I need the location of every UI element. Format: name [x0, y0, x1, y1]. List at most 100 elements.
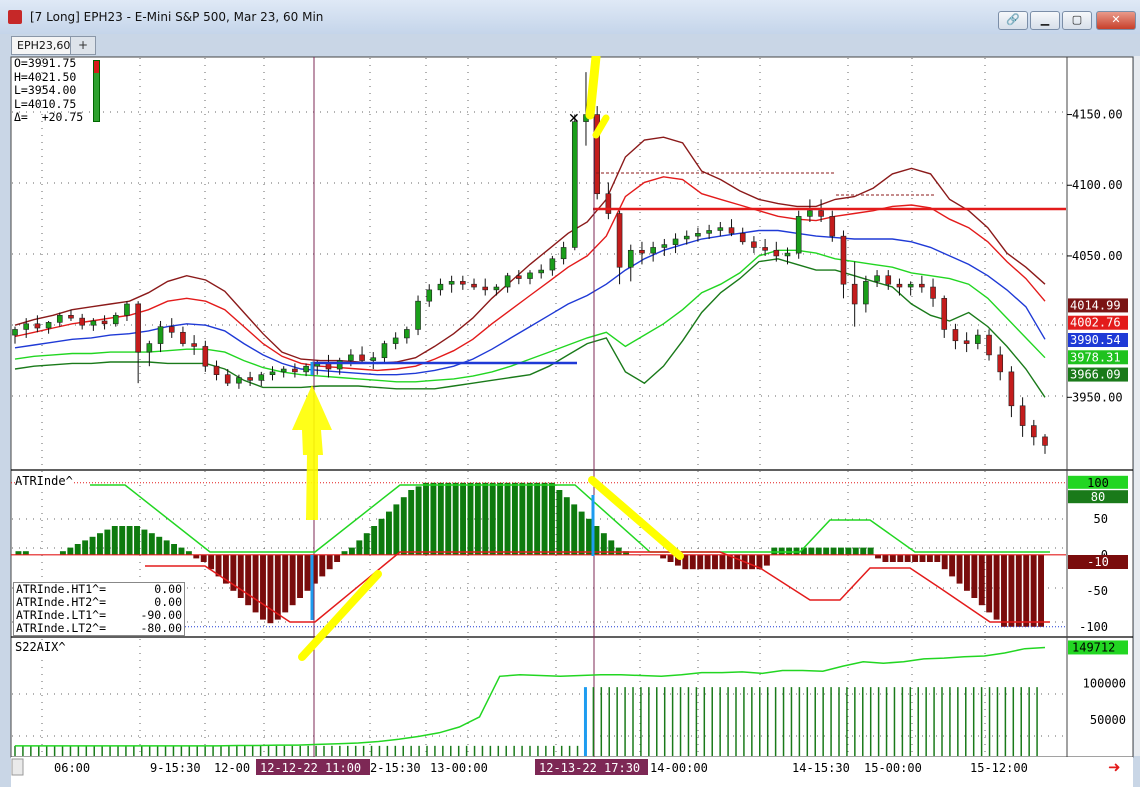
atr-bar	[97, 533, 103, 555]
high-value: H=4021.50	[14, 69, 77, 84]
atr-bar	[549, 482, 555, 555]
atr-bar	[504, 482, 511, 555]
candle-body	[292, 368, 298, 373]
atr-bar	[267, 554, 274, 624]
atr-bar	[889, 554, 896, 562]
atr-bar	[830, 547, 837, 555]
atr-bar	[845, 547, 852, 555]
candle-body	[381, 343, 388, 359]
x-tick-label: 2-15:30	[370, 761, 421, 775]
atr-bar	[245, 554, 252, 606]
atr-bar	[749, 554, 756, 570]
atr-tick-label: 50	[1094, 512, 1108, 526]
candle-body	[683, 235, 690, 240]
atr-bar	[156, 536, 163, 555]
candle-body	[571, 121, 578, 248]
atr-bar	[408, 490, 415, 555]
link-button[interactable]: 🔗	[998, 11, 1028, 30]
vertical-scrollbar[interactable]	[1134, 56, 1140, 756]
candle-body	[851, 283, 858, 305]
x-tick-label: 9-15:30	[150, 761, 201, 775]
y-tick-label: 4050.00	[1072, 249, 1123, 263]
candle-body	[493, 286, 500, 291]
candle-body	[650, 247, 656, 254]
add-tab-button[interactable]: +	[70, 36, 96, 55]
candle-body	[549, 258, 556, 271]
atr-bar	[304, 554, 311, 591]
candle-body	[952, 329, 959, 342]
atr-bar	[667, 554, 674, 562]
candle-body	[213, 365, 220, 375]
atr-bar	[348, 547, 355, 555]
maximize-button[interactable]: ▢	[1062, 11, 1092, 30]
candle-body	[180, 331, 186, 344]
atr-bar	[200, 554, 207, 562]
minimize-button[interactable]: ▁	[1030, 11, 1060, 30]
candle-body	[45, 322, 52, 329]
candle-body	[415, 300, 421, 330]
atr-bar	[511, 482, 518, 555]
price-tag-label: 4002.76	[1070, 316, 1121, 330]
atr-bar	[526, 482, 533, 555]
window-title-bar: [7 Long] EPH23 - E-Mini S&P 500, Mar 23,…	[0, 0, 1140, 34]
atr-bar	[823, 547, 830, 555]
x-axis: 06:00 9-15:30 12-00 12-12-22 11:00 2-15:30 13…	[11, 757, 1133, 787]
atr-bar	[282, 554, 289, 613]
candle-body	[986, 334, 992, 356]
candle-body	[426, 289, 433, 302]
candle-body	[90, 320, 97, 326]
candle-body	[885, 275, 892, 285]
atr-bar	[134, 526, 140, 555]
chart-area[interactable]: ✕ 4150.00 4100.00 4050.00 3950.00 4014.99 400…	[0, 56, 1140, 787]
atr-bar	[941, 554, 948, 570]
atr-bar	[371, 526, 378, 555]
close-button[interactable]: ✕	[1096, 11, 1136, 30]
atr-study-label: ATRInde^	[15, 474, 73, 488]
candle-body	[605, 193, 612, 214]
ohlc-readout: O=3991.75 H=4021.50 L=3954.00 L=4010.75 …	[14, 56, 83, 125]
exit-marker-icon: ✕	[568, 111, 580, 127]
candle-body	[348, 354, 354, 361]
candle-body	[112, 315, 119, 325]
x-tick-label: 12-00	[214, 761, 250, 775]
atr-bar	[208, 554, 215, 570]
candle-body	[280, 368, 287, 373]
y-tick-label: 4150.00	[1072, 108, 1123, 122]
candle-body	[202, 346, 209, 367]
atr-bar	[356, 540, 363, 555]
atr-bar	[571, 504, 578, 555]
s22-tag-label: 149712	[1072, 640, 1115, 654]
atr-tag-label: -10	[1087, 555, 1109, 569]
candle-body	[1042, 436, 1048, 446]
candle-body	[863, 281, 869, 305]
atr-tick-label: -100	[1079, 620, 1108, 634]
atr-bar	[274, 554, 281, 620]
candle-body	[661, 244, 668, 248]
candle-body	[997, 354, 1004, 373]
atr-bar	[882, 554, 889, 562]
candle-body	[1019, 405, 1026, 426]
atr-bar	[386, 511, 392, 555]
atr-bar	[260, 554, 266, 620]
atr-bar	[319, 554, 326, 577]
candle-body	[68, 315, 74, 319]
atr-row: ATRInde.LT2^= -80.00	[16, 621, 182, 635]
tab-eph23[interactable]: EPH23,60	[11, 36, 77, 55]
candle-body	[34, 323, 41, 329]
atr-bar	[578, 511, 585, 555]
atr-bar	[252, 554, 259, 613]
candle-body	[672, 238, 679, 245]
atr-bar	[919, 554, 926, 562]
candle-body	[975, 334, 981, 344]
atr-bar	[141, 529, 148, 555]
scroll-thumb	[11, 758, 24, 776]
y-tick-label: 3950.00	[1072, 390, 1123, 404]
candle-body	[448, 281, 455, 285]
atr-bar	[1008, 554, 1015, 627]
candle-body	[79, 317, 85, 326]
atr-bar	[897, 554, 904, 562]
atr-bar	[119, 526, 126, 555]
candle-body	[56, 315, 63, 323]
candle-body	[135, 303, 141, 353]
atr-bar	[111, 526, 118, 555]
